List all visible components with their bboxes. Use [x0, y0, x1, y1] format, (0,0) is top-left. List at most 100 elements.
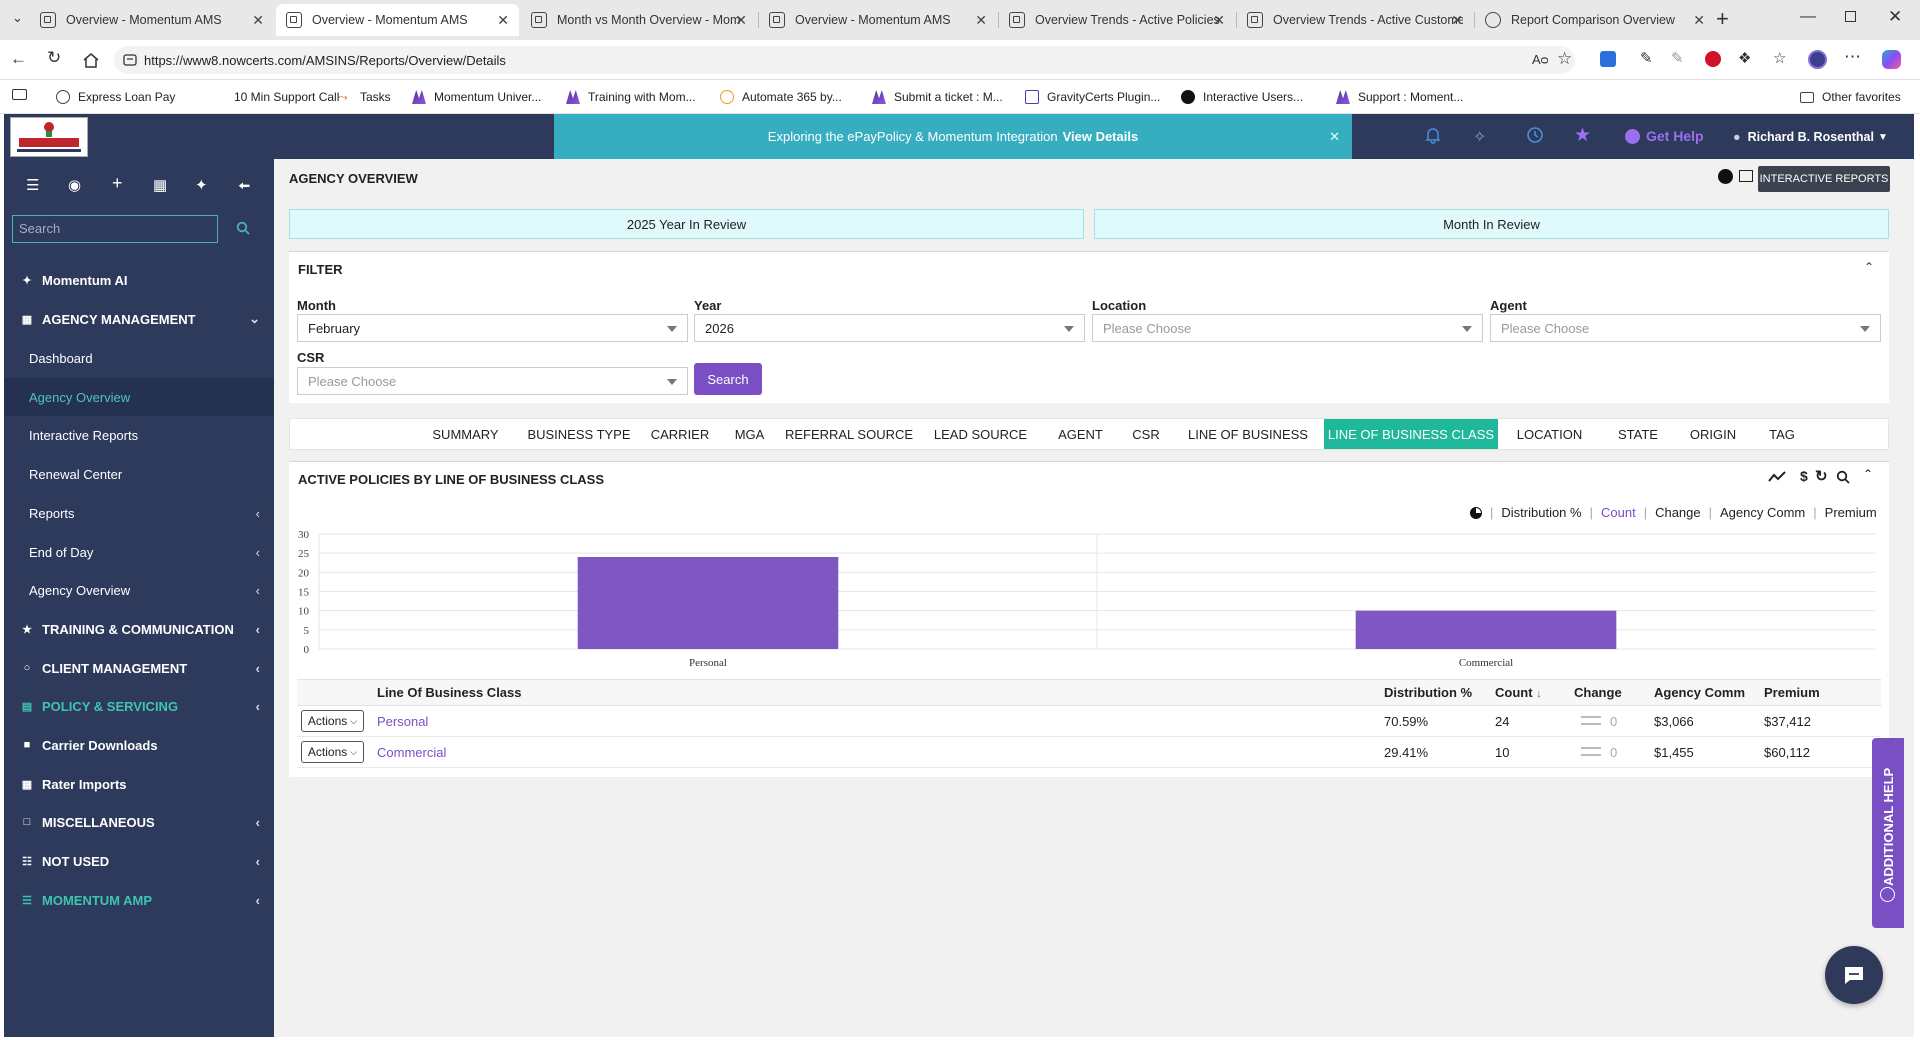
refresh-icon[interactable]: ↻: [1815, 467, 1828, 485]
tab-actions-chevron-icon[interactable]: ⌄: [12, 10, 23, 26]
col-line-of-business-class[interactable]: Line Of Business Class: [377, 685, 522, 700]
collapse-chevron-icon[interactable]: ⌃: [1863, 467, 1873, 481]
sidebar-item-agency-overview[interactable]: Agency Overview: [4, 378, 274, 416]
pie-chart-icon[interactable]: [1470, 506, 1482, 519]
tab-close-icon[interactable]: ✕: [252, 12, 264, 29]
tab-tag[interactable]: TAG: [1751, 419, 1813, 449]
browser-tab[interactable]: Report Comparison Overview ✕: [1475, 4, 1715, 36]
other-favorites[interactable]: Other favorites: [1800, 80, 1901, 114]
tab-close-icon[interactable]: ✕: [735, 12, 747, 29]
year-select[interactable]: 2026: [694, 314, 1085, 342]
sidebar-item-agency-overview[interactable]: Agency Overview ‹: [4, 571, 274, 609]
col-distribution[interactable]: Distribution %: [1384, 685, 1472, 700]
ai-sparkle-icon[interactable]: ✧: [1473, 127, 1486, 147]
sidebar-item-rater-imports[interactable]: ▦ Rater Imports: [4, 765, 274, 803]
new-tab-plus-icon[interactable]: +: [1716, 6, 1729, 32]
dashboard-layout-icon[interactable]: ▦: [153, 176, 167, 194]
lob-class-link[interactable]: Personal: [377, 714, 428, 729]
col-premium[interactable]: Premium: [1764, 685, 1820, 700]
favorite-link[interactable]: Submit a ticket : M...: [872, 80, 1003, 114]
browser-tab[interactable]: Month vs Month Overview - Mom ✕: [521, 4, 757, 36]
interactive-reports-button[interactable]: INTERACTIVE REPORTS: [1758, 166, 1890, 192]
sidebar-item-not-used[interactable]: ☷ NOT USED ‹: [4, 842, 274, 880]
tab-business-type[interactable]: BUSINESS TYPE: [519, 419, 639, 449]
favorite-link[interactable]: Express Loan Pay: [56, 80, 175, 114]
sidebar-item-carrier-downloads[interactable]: ■ Carrier Downloads: [4, 726, 274, 764]
collections-icon[interactable]: [12, 89, 27, 100]
metric-agency-comm[interactable]: Agency Comm: [1720, 505, 1805, 520]
chat-launcher-button[interactable]: [1825, 946, 1883, 1004]
tab-carrier[interactable]: CARRIER: [639, 419, 721, 449]
sidebar-search-input[interactable]: Search: [12, 215, 218, 243]
notifications-bell-icon[interactable]: [1425, 126, 1441, 144]
back-arrow-icon[interactable]: ←: [10, 49, 27, 69]
browser-tab[interactable]: Overview - Momentum AMS ✕: [30, 4, 274, 36]
menu-icon[interactable]: ☰: [26, 176, 39, 194]
sidebar-item-agency-management[interactable]: ▦ AGENCY MANAGEMENT ⌄: [4, 300, 274, 338]
filter-collapse-chevron-icon[interactable]: ⌃: [1864, 260, 1874, 274]
tab-origin[interactable]: ORIGIN: [1675, 419, 1751, 449]
history-clock-icon[interactable]: [1526, 126, 1544, 144]
tab-close-icon[interactable]: ✕: [1213, 12, 1225, 29]
tab-location[interactable]: LOCATION: [1498, 419, 1601, 449]
puzzle-extensions-icon[interactable]: ❖: [1738, 49, 1751, 67]
sidebar-item-interactive-reports[interactable]: Interactive Reports: [4, 416, 274, 454]
site-info-icon[interactable]: [123, 53, 137, 67]
trend-line-icon[interactable]: [1768, 471, 1786, 483]
maximize-icon[interactable]: [1845, 11, 1856, 22]
get-help-button[interactable]: Get Help: [1625, 128, 1704, 144]
tab-state[interactable]: STATE: [1601, 419, 1675, 449]
banner-view-details-link[interactable]: View Details: [1063, 129, 1139, 144]
read-aloud-icon[interactable]: Aᴑ: [1532, 52, 1549, 67]
additional-help-tab[interactable]: ADDITIONAL HELP: [1872, 738, 1904, 928]
sidebar-item-miscellaneous[interactable]: □ MISCELLANEOUS ‹: [4, 803, 274, 841]
eyedropper-icon[interactable]: ✎: [1640, 49, 1653, 67]
tab-line-of-business-class[interactable]: LINE OF BUSINESS CLASS: [1324, 419, 1498, 449]
play-video-icon[interactable]: [1718, 169, 1733, 184]
tab-close-icon[interactable]: ✕: [1451, 12, 1463, 29]
tab-close-icon[interactable]: ✕: [975, 12, 987, 29]
favorite-link[interactable]: Automate 365 by...: [720, 80, 842, 114]
sidebar-item-client-management[interactable]: ○ CLIENT MANAGEMENT ‹: [4, 649, 274, 687]
favorite-link[interactable]: 10 Min Support Call: [212, 80, 339, 114]
user-menu[interactable]: ● Richard B. Rosenthal ▼: [1733, 130, 1888, 144]
browser-tab[interactable]: Overview Trends - Active Custome ✕: [1237, 4, 1473, 36]
col-change[interactable]: Change: [1574, 685, 1622, 700]
sidebar-item-momentum-ai[interactable]: ✦ Momentum AI: [4, 261, 274, 299]
bar-personal[interactable]: [577, 557, 839, 649]
collapse-arrow-icon[interactable]: 🠨: [238, 176, 250, 201]
sidebar-item-training-communication[interactable]: ★ TRAINING & COMMUNICATION ‹: [4, 610, 274, 648]
tab-csr[interactable]: CSR: [1120, 419, 1172, 449]
month-in-review-button[interactable]: Month In Review: [1094, 209, 1889, 239]
tab-referral-source[interactable]: REFERRAL SOURCE: [778, 419, 920, 449]
favorite-link[interactable]: Training with Mom...: [566, 80, 696, 114]
pen-icon[interactable]: ✎: [1671, 49, 1684, 67]
sidebar-item-reports[interactable]: Reports ‹: [4, 494, 274, 532]
metric-change[interactable]: Change: [1655, 505, 1701, 520]
tab-mga[interactable]: MGA: [721, 419, 778, 449]
browser-tab[interactable]: Overview - Momentum AMS ✕: [276, 4, 519, 36]
favorite-link[interactable]: Support : Moment...: [1336, 80, 1463, 114]
actions-dropdown-button[interactable]: Actions ⌵: [301, 741, 364, 763]
sidebar-item-policy-servicing[interactable]: ▤ POLICY & SERVICING ‹: [4, 687, 274, 725]
favorite-link[interactable]: GravityCerts Plugin...: [1025, 80, 1160, 114]
close-window-icon[interactable]: ✕: [1888, 7, 1902, 27]
browser-tab[interactable]: Overview Trends - Active Policies ✕: [999, 4, 1235, 36]
url-field[interactable]: https://www8.nowcerts.com/AMSINS/Reports…: [114, 46, 1575, 74]
magic-wand-icon[interactable]: ✦: [195, 176, 208, 194]
add-icon[interactable]: +: [112, 173, 123, 194]
actions-dropdown-button[interactable]: Actions ⌵: [301, 710, 364, 732]
tab-summary[interactable]: SUMMARY: [412, 419, 519, 449]
minimize-icon[interactable]: —: [1800, 8, 1816, 26]
browser-tab[interactable]: Overview - Momentum AMS ✕: [759, 4, 997, 36]
copilot-icon[interactable]: [1882, 50, 1901, 69]
dollar-icon[interactable]: $: [1800, 468, 1808, 484]
red-extension-icon[interactable]: [1705, 51, 1721, 67]
tab-line-of-business[interactable]: LINE OF BUSINESS: [1172, 419, 1324, 449]
search-button[interactable]: Search: [694, 363, 762, 395]
search-icon[interactable]: [236, 221, 250, 235]
extension-blue-icon[interactable]: [1600, 51, 1616, 67]
sidebar-item-momentum-amp[interactable]: ☰ MOMENTUM AMP ‹: [4, 881, 274, 919]
refresh-icon[interactable]: ↻: [47, 48, 61, 68]
palette-icon[interactable]: ◉: [68, 176, 81, 194]
